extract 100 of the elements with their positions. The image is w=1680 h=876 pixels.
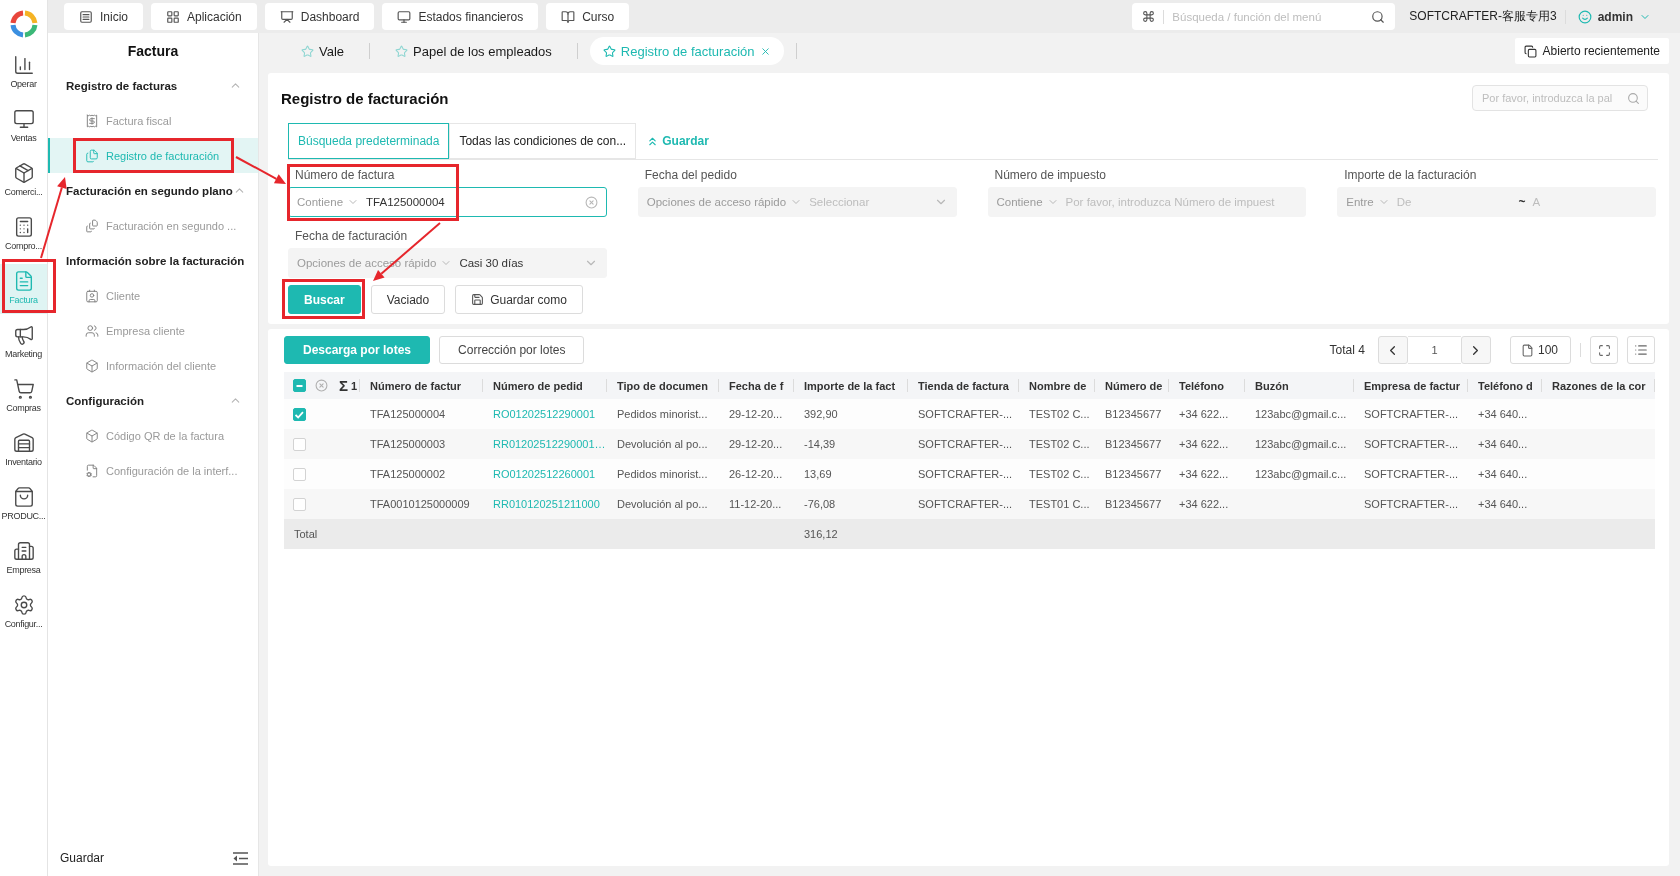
file-gear-icon	[85, 463, 99, 478]
field-label: Número de impuesto	[993, 168, 1106, 182]
rail-item[interactable]: Ventas	[0, 102, 47, 152]
previous-page-button[interactable]	[1377, 336, 1408, 364]
collapse-menu-icon[interactable]	[233, 851, 248, 865]
table-cell: TEST01 C...	[1019, 489, 1095, 519]
select-all-checkbox[interactable]	[293, 379, 306, 392]
menu-search-field[interactable]: Búsqueda / función del menú	[1132, 3, 1396, 30]
row-checkbox[interactable]	[293, 438, 306, 452]
save-button[interactable]: Guardar	[60, 851, 105, 865]
rail-item[interactable]: Compro...	[0, 210, 47, 260]
table-cell: B12345677	[1095, 399, 1169, 429]
nav-button[interactable]: Aplicación	[151, 3, 257, 30]
column-header: Razones de la cor	[1542, 372, 1655, 399]
page-input[interactable]: 1	[1407, 336, 1461, 364]
settings-icon	[12, 594, 35, 616]
sidebar-title: Factura	[126, 41, 180, 61]
presentation-icon	[279, 9, 294, 24]
field-label: Importe de la facturación	[1343, 168, 1477, 182]
menu-search-input[interactable]: Búsqueda / función del menú	[1172, 10, 1364, 23]
rail-item[interactable]: PRODUC...	[0, 480, 47, 530]
table-cell: +34 622...	[1169, 489, 1245, 519]
rail-item[interactable]: Configur...	[0, 588, 47, 638]
total-amount: 316,12	[794, 519, 908, 549]
total-count: Total 4	[1329, 343, 1365, 357]
sidebar-group[interactable]: Registro de facturas	[48, 68, 258, 103]
cube-icon	[85, 428, 99, 443]
search-tab[interactable]: Todas las condiciones de con...	[449, 123, 637, 159]
sidebar-group[interactable]: Facturación en segundo plano	[48, 173, 258, 208]
rail-item[interactable]: Marketing	[0, 318, 47, 368]
column-header: Número de	[1095, 372, 1169, 399]
search-icon[interactable]	[1371, 9, 1386, 24]
keyword-search-input[interactable]: Por favor, introduzca la pal	[1482, 92, 1623, 104]
column-header: Tienda de factura	[908, 372, 1019, 399]
grid-icon	[166, 9, 180, 24]
column-header: Empresa de factur	[1354, 372, 1468, 399]
page-size-select[interactable]: 100	[1509, 336, 1571, 364]
clear-selection-icon[interactable]	[315, 379, 328, 392]
row-checkbox[interactable]	[293, 468, 306, 482]
column-header: Fecha de f	[719, 372, 794, 399]
monitor-icon	[12, 108, 35, 130]
table-cell: Devolución al po...	[607, 429, 719, 459]
rail-item[interactable]: Compras	[0, 372, 47, 422]
field-label: Número de factura	[294, 168, 395, 182]
fullscreen-button[interactable]	[1590, 336, 1618, 364]
page-tab[interactable]: Papel de los empleados	[382, 37, 565, 65]
receipt-icon	[85, 113, 99, 128]
table-cell: Pedidos minorist...	[607, 399, 719, 429]
table-cell: B12345677	[1095, 429, 1169, 459]
table-cell: TEST02 C...	[1019, 399, 1095, 429]
table-cell: SOFTCRAFTER-...	[908, 429, 1019, 459]
filter-field[interactable]: Contiene TFA125000004	[288, 187, 607, 217]
nav-button[interactable]: Dashboard	[264, 3, 375, 30]
next-page-button[interactable]	[1460, 336, 1491, 364]
recent-button[interactable]: Abierto recientemente	[1514, 38, 1669, 64]
app-logo[interactable]	[9, 10, 38, 38]
selected-count: 1	[351, 379, 358, 392]
column-settings-button[interactable]	[1627, 336, 1655, 364]
nav-button[interactable]: Curso	[546, 3, 630, 30]
column-header: Teléfono d	[1468, 372, 1542, 399]
smiley-icon	[1577, 9, 1592, 24]
command-icon	[1142, 10, 1156, 23]
users-icon	[85, 323, 99, 338]
rail-item[interactable]: Operar	[0, 48, 47, 98]
sidebar-group[interactable]: Información sobre la facturación	[48, 243, 258, 278]
row-checkbox[interactable]	[293, 498, 306, 512]
table-cell: SOFTCRAFTER-...	[1354, 489, 1468, 519]
column-header: Nombre de	[1019, 372, 1095, 399]
close-icon[interactable]	[759, 45, 771, 57]
keyword-search-field[interactable]: Por favor, introduzca la pal	[1472, 85, 1648, 111]
file-icon	[1520, 343, 1534, 357]
cube-icon	[85, 358, 99, 373]
user-menu[interactable]: admin	[1573, 9, 1655, 24]
table-cell: Pedidos minorist...	[607, 459, 719, 489]
table-cell: +34 640...	[1468, 459, 1542, 489]
batch-correction-button[interactable]: Corrección por lotes	[439, 336, 585, 364]
annotation-arrow	[235, 156, 286, 184]
table-cell: SOFTCRAFTER-...	[1354, 399, 1468, 429]
clear-button[interactable]: Vaciado	[370, 285, 446, 314]
rail-item[interactable]: Empresa	[0, 534, 47, 584]
checkmark-icon	[295, 410, 304, 419]
row-checkbox[interactable]	[293, 408, 306, 422]
table-cell: Devolución al po...	[607, 489, 719, 519]
column-header: Buzón	[1245, 372, 1354, 399]
table-cell: SOFTCRAFTER-...	[1354, 429, 1468, 459]
nav-button[interactable]: Estados financieros	[382, 3, 539, 30]
save-as-button[interactable]: Guardar como	[455, 285, 583, 314]
page-tab[interactable]: Vale	[288, 37, 358, 65]
table-cell: +34 640...	[1468, 489, 1542, 519]
sidebar-group[interactable]: Configuración	[48, 383, 258, 418]
rail-item[interactable]: Inventario	[0, 426, 47, 476]
total-label: Total	[284, 519, 483, 549]
nav-button[interactable]: Inicio	[64, 3, 143, 30]
company-name: SOFTCRAFTER-客服专用3	[1409, 8, 1557, 25]
book-icon	[561, 9, 576, 24]
rail-item[interactable]: Comerci...	[0, 156, 47, 206]
table-cell: TFA125000002	[360, 459, 483, 489]
clear-icon[interactable]	[584, 195, 598, 209]
fullscreen-icon	[1597, 343, 1611, 357]
cart-icon	[12, 378, 35, 400]
